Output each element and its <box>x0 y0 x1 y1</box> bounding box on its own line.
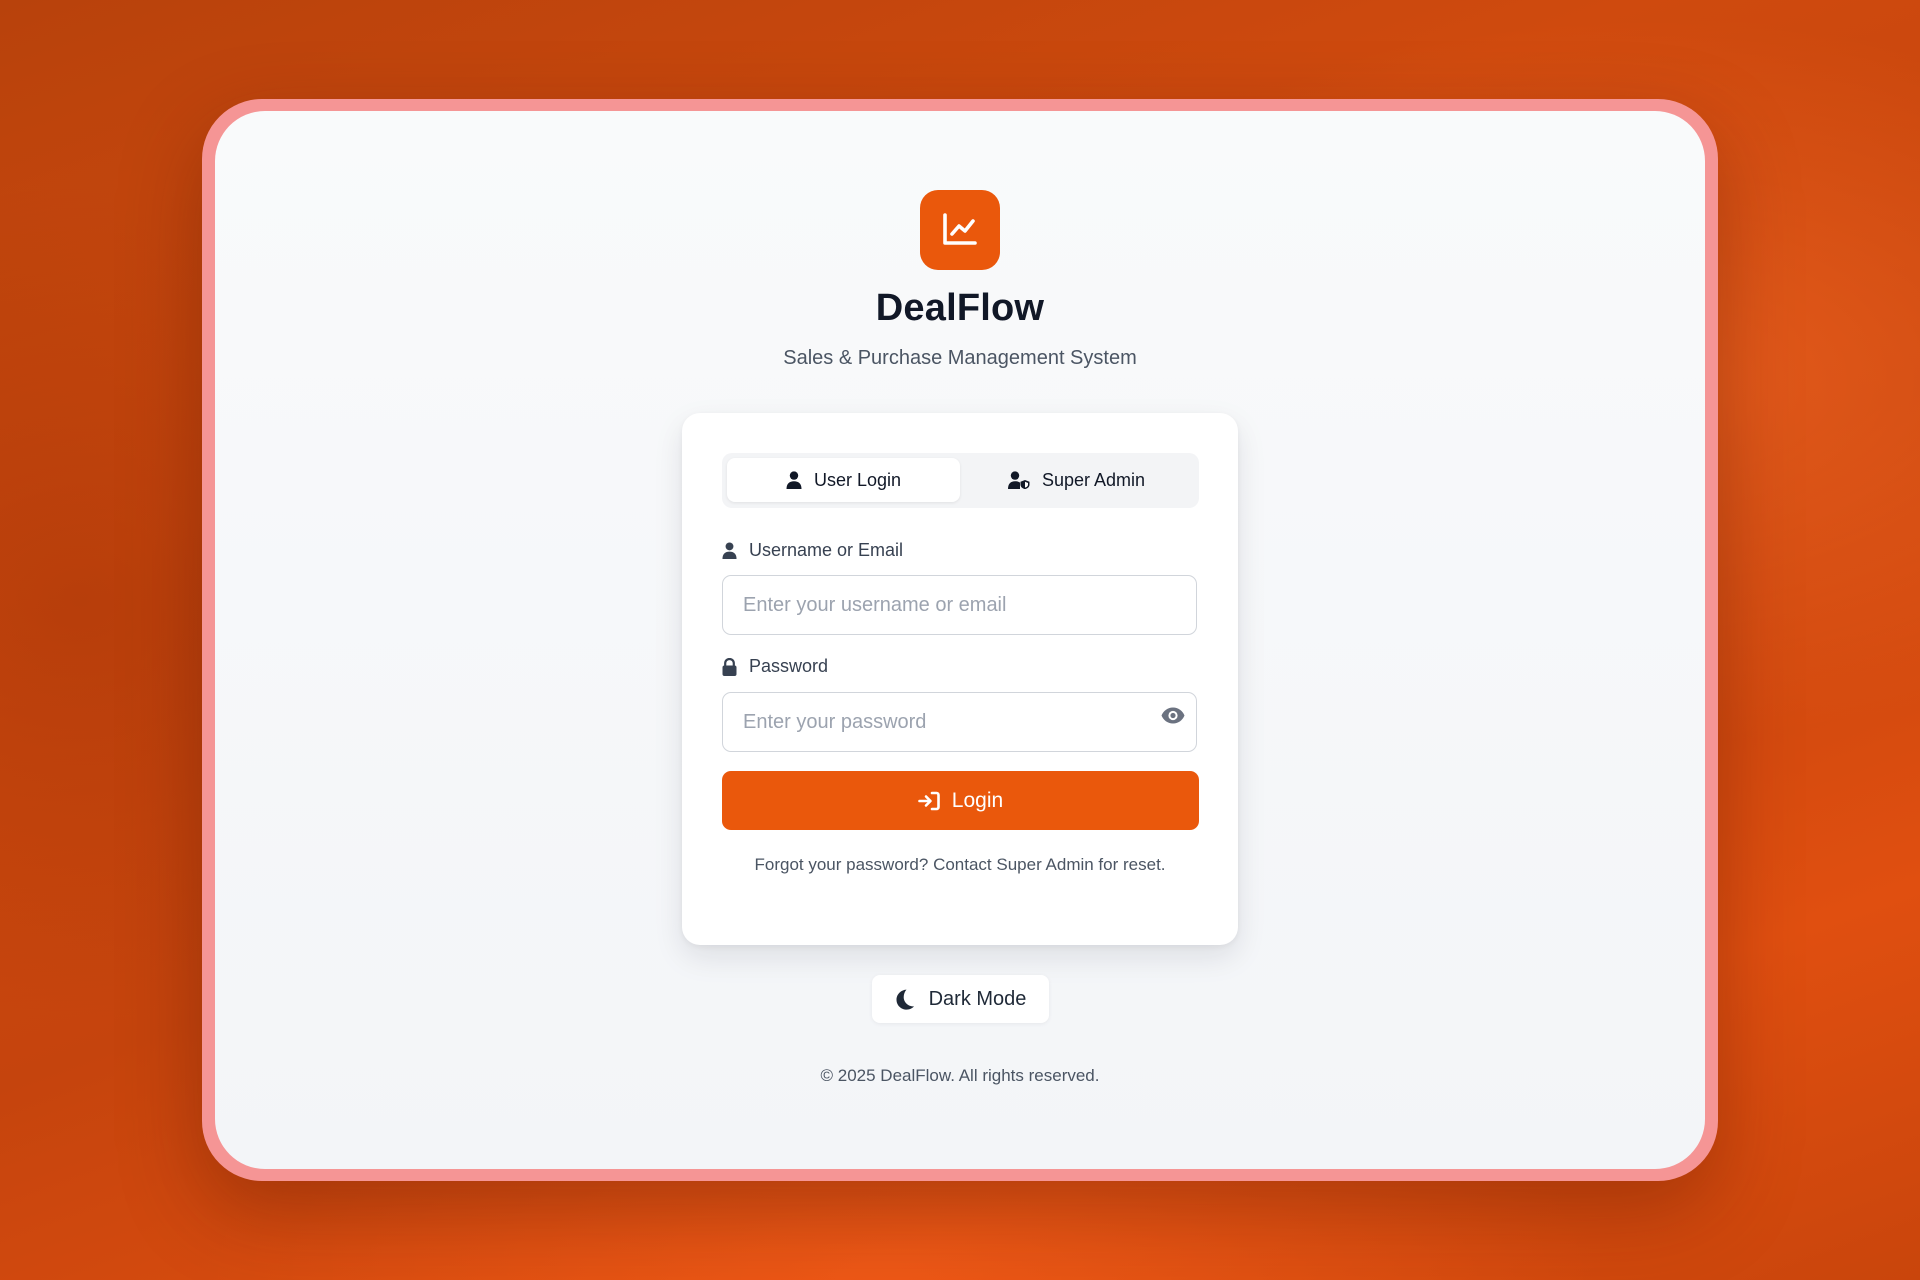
username-input[interactable] <box>722 575 1197 635</box>
lock-icon <box>722 657 737 676</box>
login-card: User Login Super Admin Username or Email… <box>682 413 1238 945</box>
login-screen: DealFlow Sales & Purchase Management Sys… <box>215 111 1705 1169</box>
user-shield-icon <box>1007 471 1030 489</box>
sign-in-icon <box>917 791 940 810</box>
app-subtitle: Sales & Purchase Management System <box>783 347 1137 369</box>
moon-icon <box>896 989 914 1010</box>
device-frame: DealFlow Sales & Purchase Management Sys… <box>202 99 1718 1181</box>
chart-line-icon <box>943 213 977 245</box>
eye-icon <box>1161 707 1185 723</box>
tab-user-login[interactable]: User Login <box>727 458 960 502</box>
tab-super-admin[interactable]: Super Admin <box>960 458 1193 502</box>
dark-mode-toggle[interactable]: Dark Mode <box>872 975 1049 1023</box>
login-type-tabs: User Login Super Admin <box>722 453 1199 508</box>
password-label-text: Password <box>749 656 829 676</box>
user-icon <box>786 471 802 489</box>
username-label-text: Username or Email <box>749 540 904 560</box>
footer-copyright: © 2025 DealFlow. All rights reserved. <box>820 1066 1100 1085</box>
tab-user-login-label: User Login <box>813 469 902 490</box>
dark-mode-label: Dark Mode <box>928 987 1027 1010</box>
password-input[interactable] <box>722 692 1197 752</box>
tab-super-admin-label: Super Admin <box>1041 469 1146 490</box>
username-label: Username or Email <box>722 540 903 561</box>
login-button[interactable]: Login <box>722 771 1199 830</box>
app-title: DealFlow <box>875 287 1045 329</box>
password-label: Password <box>722 656 828 677</box>
toggle-password-visibility-button[interactable] <box>1160 702 1186 728</box>
forgot-password-text: Forgot your password? Contact Super Admi… <box>754 855 1166 874</box>
user-icon <box>722 542 737 559</box>
app-logo <box>920 190 1000 270</box>
login-button-label: Login <box>951 788 1004 812</box>
